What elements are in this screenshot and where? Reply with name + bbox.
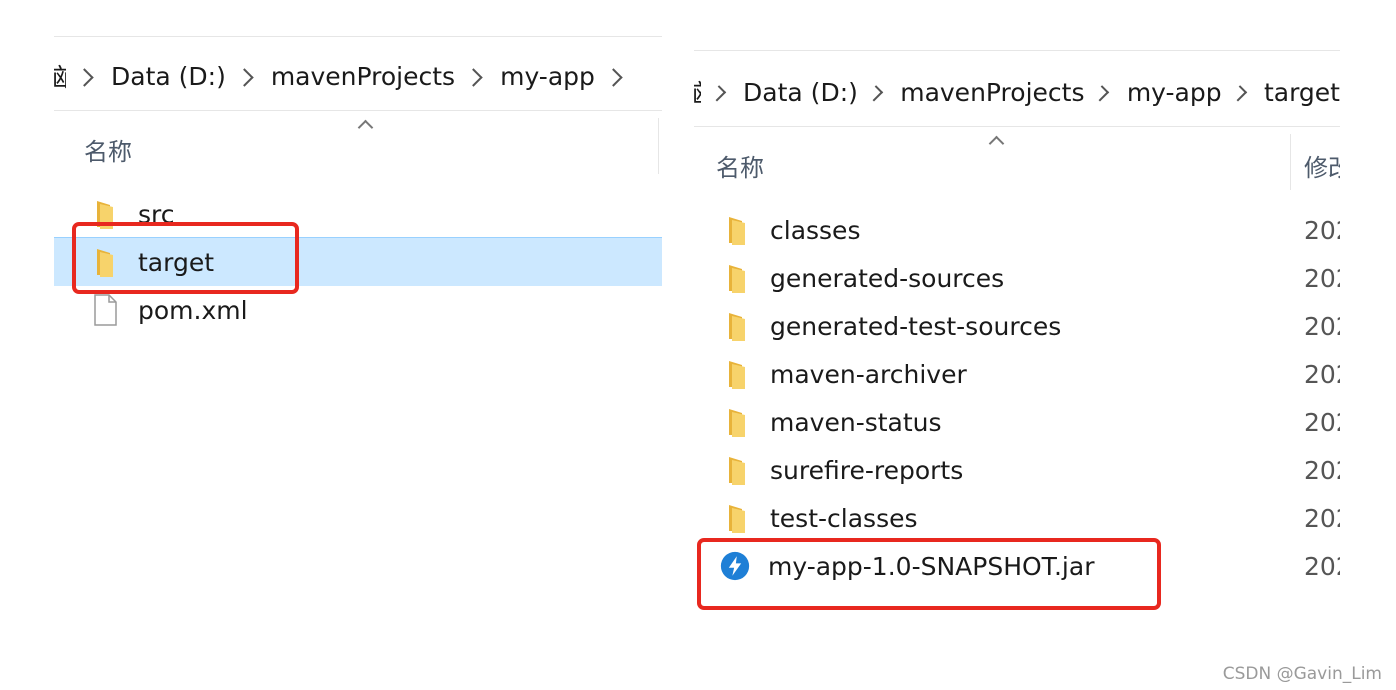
breadcrumb-data-drive[interactable]: Data (D:) <box>743 78 858 107</box>
file-name: generated-test-sources <box>770 311 1062 341</box>
window-top-edge <box>54 36 662 37</box>
folder-icon <box>722 310 752 342</box>
folder-icon <box>722 358 752 390</box>
list-item-generated-sources[interactable]: generated-sources 202 <box>694 254 1340 302</box>
breadcrumb-chevron-icon[interactable] <box>866 84 884 102</box>
list-item-maven-status[interactable]: maven-status 202 <box>694 398 1340 446</box>
breadcrumb-my-app[interactable]: my-app <box>500 62 595 91</box>
list-item-surefire-reports[interactable]: surefire-reports 202 <box>694 446 1340 494</box>
column-divider[interactable] <box>1290 134 1291 190</box>
breadcrumb-divider <box>694 126 1340 127</box>
file-date: 202 <box>1304 311 1340 341</box>
column-divider[interactable] <box>658 118 659 174</box>
file-date: 202 <box>1304 455 1340 485</box>
column-header-date-modified[interactable]: 修改日期 <box>1304 148 1340 183</box>
highlight-box-target <box>72 222 299 294</box>
breadcrumb-chevron-icon[interactable] <box>709 84 727 102</box>
breadcrumb-chevron-icon[interactable] <box>1093 84 1110 102</box>
file-name: generated-sources <box>770 263 1005 293</box>
column-header-name[interactable]: 名称 <box>716 148 764 183</box>
list-item-generated-test-sources[interactable]: generated-test-sources 202 <box>694 302 1340 350</box>
breadcrumb-my-app[interactable]: my-app <box>1127 78 1222 107</box>
breadcrumb-mavenprojects[interactable]: mavenProjects <box>271 62 455 91</box>
breadcrumb: 脑 Data (D:) mavenProjects my-app <box>54 40 662 112</box>
file-icon <box>90 294 120 326</box>
list-item-classes[interactable]: classes 202 <box>694 206 1340 254</box>
breadcrumb-target[interactable]: target <box>1264 78 1340 107</box>
breadcrumb-chevron-icon[interactable] <box>1230 84 1248 102</box>
breadcrumb-chevron-icon[interactable] <box>235 67 254 87</box>
breadcrumb-truncated[interactable]: 脑 <box>694 74 701 110</box>
file-date: 202 <box>1304 359 1340 389</box>
file-date: 202 <box>1304 551 1340 581</box>
file-date: 202 <box>1304 215 1340 245</box>
breadcrumb-mavenprojects[interactable]: mavenProjects <box>900 78 1084 107</box>
breadcrumb-truncated[interactable]: 脑 <box>54 58 66 94</box>
breadcrumb-chevron-icon[interactable] <box>75 67 94 87</box>
breadcrumb-data-drive[interactable]: Data (D:) <box>111 62 226 91</box>
right-explorer-window: 脑 Data (D:) mavenProjects my-app target … <box>694 50 1340 610</box>
file-name: maven-status <box>770 407 942 437</box>
breadcrumb-chevron-icon[interactable] <box>464 67 483 87</box>
folder-icon <box>722 262 752 294</box>
sort-ascending-icon <box>988 135 1005 152</box>
list-item-test-classes[interactable]: test-classes 202 <box>694 494 1340 542</box>
file-date: 202 <box>1304 407 1340 437</box>
list-item-maven-archiver[interactable]: maven-archiver 202 <box>694 350 1340 398</box>
folder-icon <box>722 406 752 438</box>
file-name: classes <box>770 215 861 245</box>
file-date: 202 <box>1304 503 1340 533</box>
folder-icon <box>722 502 752 534</box>
window-top-edge <box>694 50 1340 51</box>
column-header-name[interactable]: 名称 <box>84 132 132 167</box>
file-name: maven-archiver <box>770 359 967 389</box>
breadcrumb: 脑 Data (D:) mavenProjects my-app target <box>694 56 1340 128</box>
highlight-box-jar <box>697 538 1161 610</box>
file-date: 202 <box>1304 263 1340 293</box>
file-name: surefire-reports <box>770 455 964 485</box>
folder-icon <box>722 454 752 486</box>
folder-icon <box>722 214 752 246</box>
file-name: test-classes <box>770 503 918 533</box>
breadcrumb-divider <box>54 110 662 111</box>
file-name: pom.xml <box>138 295 248 325</box>
breadcrumb-chevron-icon[interactable] <box>604 67 623 87</box>
watermark: CSDN @Gavin_Lim <box>1222 664 1382 684</box>
sort-ascending-icon <box>357 119 374 136</box>
